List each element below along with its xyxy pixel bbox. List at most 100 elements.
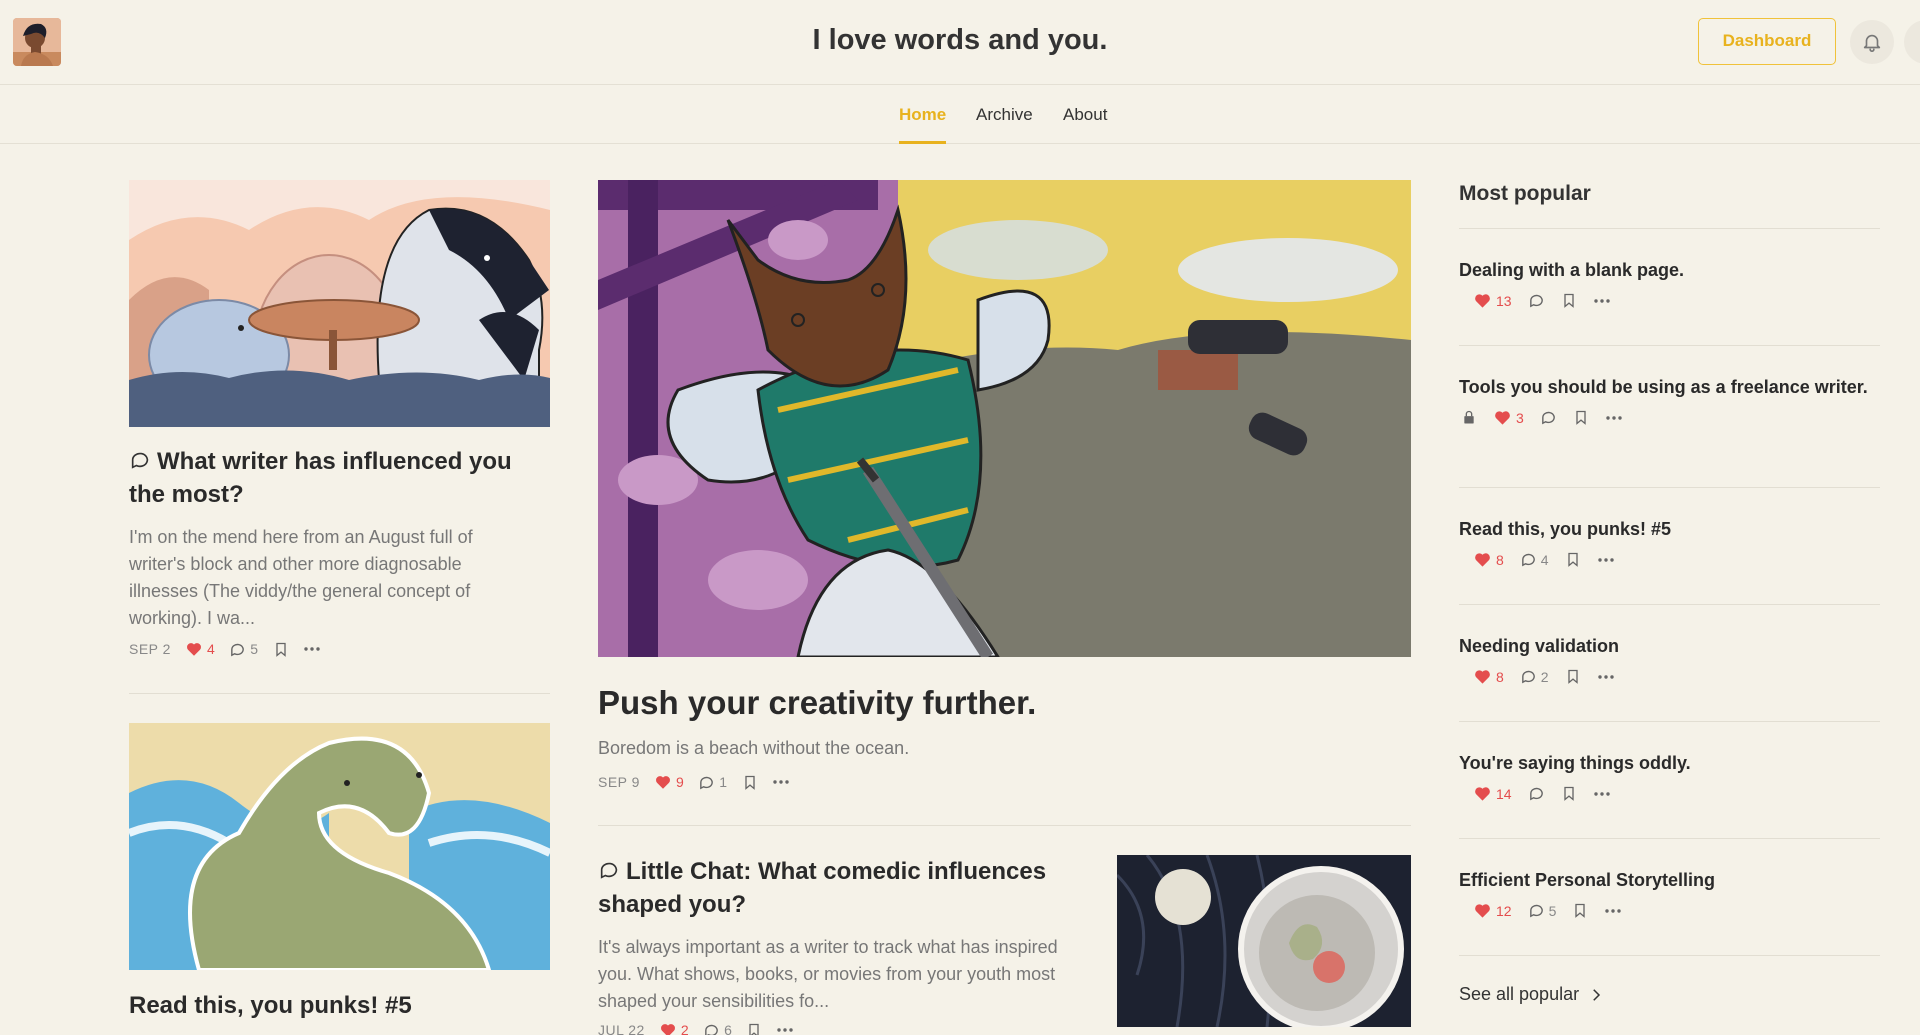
heart-icon <box>1475 553 1490 567</box>
comment-icon <box>1529 294 1543 308</box>
like-button[interactable]: 8 <box>1473 667 1504 686</box>
site-title[interactable]: I love words and you. <box>0 24 1920 57</box>
post-meta: 8 2 <box>1473 667 1880 686</box>
bookmark-button[interactable] <box>273 641 289 658</box>
tab-about[interactable]: About <box>1063 105 1107 144</box>
bookmark-button[interactable] <box>746 1022 762 1035</box>
more-options-button[interactable] <box>772 779 790 785</box>
comment-button[interactable] <box>1528 292 1545 309</box>
ellipsis-icon <box>1605 908 1622 913</box>
post-title-writer-influence[interactable]: What writer has influenced you the most? <box>129 446 550 510</box>
post-thumbnail-moon[interactable] <box>1117 855 1411 1027</box>
like-count: 3 <box>1516 409 1524 426</box>
comment-button[interactable]: 2 <box>1520 668 1549 685</box>
post-meta: JUL 22 2 6 <box>598 1020 808 1035</box>
ellipsis-icon <box>1593 791 1610 796</box>
popular-item-title[interactable]: Dealing with a blank page. <box>1459 258 1880 283</box>
divider <box>1459 228 1880 229</box>
dashboard-button[interactable]: Dashboard <box>1698 18 1836 65</box>
chat-bubble-icon <box>129 448 151 479</box>
like-button[interactable]: 3 <box>1493 408 1524 427</box>
more-options-button[interactable] <box>303 646 321 652</box>
like-button[interactable]: 8 <box>1473 550 1504 569</box>
post-thumbnail-whales[interactable] <box>129 180 550 427</box>
post-meta: 3 <box>1461 408 1880 427</box>
like-count: 14 <box>1496 785 1512 802</box>
popular-item-title[interactable]: Read this, you punks! #5 <box>1459 517 1880 542</box>
post-title-read-this-punks[interactable]: Read this, you punks! #5 <box>129 990 550 1021</box>
comment-count: 6 <box>724 1022 733 1035</box>
bookmark-icon <box>1575 903 1586 918</box>
comment-count: 2 <box>1540 668 1549 685</box>
bell-icon <box>1863 34 1881 52</box>
heart-icon <box>186 643 201 656</box>
comment-button[interactable] <box>1528 785 1545 802</box>
comment-button[interactable]: 6 <box>703 1022 732 1035</box>
like-button[interactable]: 9 <box>654 773 684 791</box>
like-button[interactable]: 4 <box>185 640 215 658</box>
bookmark-icon <box>749 1023 760 1035</box>
bookmark-button[interactable] <box>1573 409 1589 426</box>
more-options-button[interactable] <box>1593 298 1611 304</box>
heart-icon <box>655 776 670 789</box>
popular-item-title[interactable]: You're saying things oddly. <box>1459 751 1880 776</box>
comment-count: 5 <box>1548 902 1557 919</box>
comment-icon <box>1521 553 1535 567</box>
heart-icon <box>1495 411 1510 425</box>
comment-icon <box>1529 904 1543 918</box>
post-title-comedic-influences[interactable]: Little Chat: What comedic influences sha… <box>598 856 1068 920</box>
heart-icon <box>1475 904 1490 918</box>
more-options-button[interactable] <box>1604 908 1622 914</box>
popular-item-title[interactable]: Efficient Personal Storytelling <box>1459 868 1880 893</box>
more-options-button[interactable] <box>1605 415 1623 421</box>
popular-item: Dealing with a blank page. 13 <box>1459 258 1880 310</box>
bookmark-button[interactable] <box>1565 668 1581 685</box>
ellipsis-icon <box>1597 557 1614 562</box>
bookmark-icon <box>1563 786 1574 801</box>
like-button[interactable]: 14 <box>1473 784 1512 803</box>
bookmark-icon <box>1563 293 1574 308</box>
tab-home[interactable]: Home <box>899 105 947 144</box>
featured-post-image[interactable] <box>598 180 1411 657</box>
ellipsis-icon <box>1597 674 1614 679</box>
ellipsis-icon <box>1593 298 1610 303</box>
ellipsis-icon <box>303 647 320 651</box>
heart-icon <box>660 1024 675 1035</box>
bookmark-button[interactable] <box>1572 902 1588 919</box>
more-options-button[interactable] <box>1593 791 1611 797</box>
more-options-button[interactable] <box>1597 674 1615 680</box>
bookmark-button[interactable] <box>1561 785 1577 802</box>
bookmark-button[interactable] <box>742 774 758 791</box>
comment-button[interactable]: 1 <box>698 774 727 791</box>
comment-button[interactable]: 4 <box>1520 551 1549 568</box>
popular-item-title[interactable]: Needing validation <box>1459 634 1880 659</box>
divider <box>1459 604 1880 605</box>
divider <box>1459 345 1880 346</box>
popular-item-title[interactable]: Tools you should be using as a freelance… <box>1459 375 1880 400</box>
bookmark-icon <box>1567 552 1578 567</box>
post-thumbnail-dinosaur[interactable] <box>129 723 550 970</box>
featured-post-title[interactable]: Push your creativity further. <box>598 683 1411 723</box>
lock-icon <box>1464 410 1474 424</box>
lock-badge <box>1461 409 1477 426</box>
comment-icon <box>1541 411 1555 425</box>
see-all-popular-link[interactable]: See all popular <box>1459 984 1605 1005</box>
like-button[interactable]: 13 <box>1473 291 1512 310</box>
like-button[interactable]: 2 <box>659 1021 689 1035</box>
comment-count: 4 <box>1540 551 1549 568</box>
comment-button[interactable]: 5 <box>1528 902 1557 919</box>
comment-button[interactable] <box>1540 409 1557 426</box>
ellipsis-icon <box>777 1028 794 1032</box>
comment-count: 5 <box>250 641 259 657</box>
post-meta: 13 <box>1473 291 1880 310</box>
divider <box>598 825 1411 826</box>
tab-archive[interactable]: Archive <box>976 105 1033 144</box>
bookmark-button[interactable] <box>1565 551 1581 568</box>
bookmark-button[interactable] <box>1561 292 1577 309</box>
comment-button[interactable]: 5 <box>229 641 258 658</box>
like-button[interactable]: 12 <box>1473 901 1512 920</box>
notifications-button[interactable] <box>1850 20 1894 64</box>
more-options-button[interactable] <box>1597 557 1615 563</box>
comment-icon <box>231 643 245 656</box>
more-options-button[interactable] <box>776 1027 794 1033</box>
